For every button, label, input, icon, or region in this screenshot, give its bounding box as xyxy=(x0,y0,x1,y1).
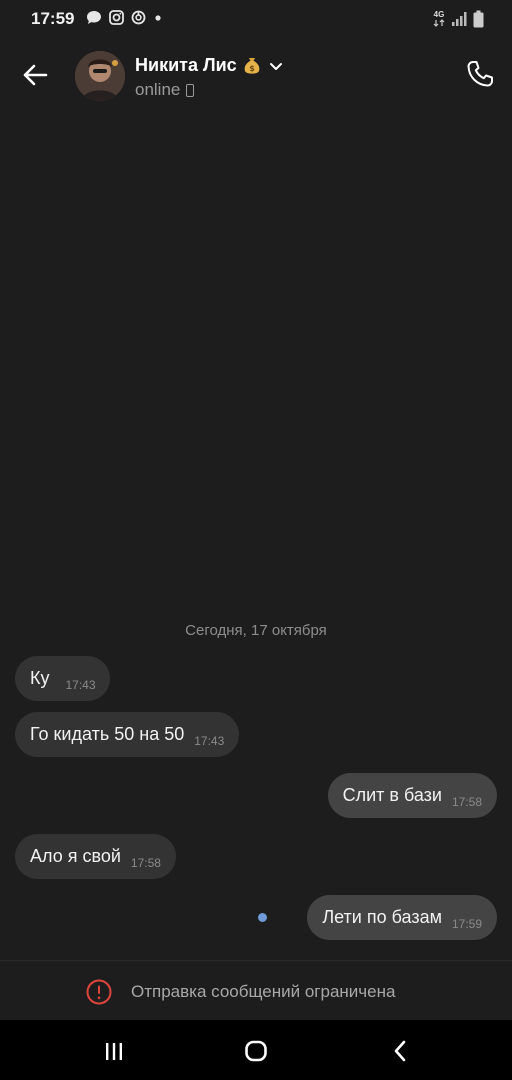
messaging-restricted-bar: Отправка сообщений ограничена xyxy=(0,960,512,1020)
contact-status-row: online xyxy=(135,80,195,100)
home-button[interactable] xyxy=(241,1036,271,1066)
message-text: Ало я свой xyxy=(30,846,121,866)
contact-name: Никита Лис xyxy=(135,55,237,75)
recent-apps-button[interactable] xyxy=(99,1036,129,1066)
dot-icon xyxy=(155,15,161,21)
message-text: Слит в бази xyxy=(342,785,442,805)
chevron-down-icon[interactable] xyxy=(269,59,283,73)
chat-bubble-icon xyxy=(87,11,101,24)
message-time: 17:58 xyxy=(130,855,161,870)
unread-indicator xyxy=(258,913,267,922)
signal-icon xyxy=(452,12,467,26)
instagram-icon xyxy=(109,10,124,25)
recent-apps-icon xyxy=(106,1043,122,1060)
battery-icon xyxy=(473,10,484,28)
alert-circle-icon xyxy=(86,979,112,1005)
phone-call-icon xyxy=(467,61,493,87)
message-text: Го кидать 50 на 50 xyxy=(30,724,185,744)
message-time: 17:43 xyxy=(65,677,96,692)
message-text: Лети по базам xyxy=(322,907,442,927)
date-separator: Сегодня, 17 октября xyxy=(185,622,327,639)
network-4g-icon: 4G xyxy=(433,11,445,27)
message-bubble-outgoing[interactable]: Слит в бази 17:58 xyxy=(327,773,497,818)
message-time: 17:43 xyxy=(194,733,225,748)
back-button[interactable] xyxy=(18,58,52,92)
nav-back-button[interactable] xyxy=(385,1036,415,1066)
contact-name-row[interactable]: Никита Лис $ xyxy=(135,55,283,76)
contact-avatar[interactable] xyxy=(75,51,125,101)
message-bubble-incoming[interactable]: Ку 17:43 xyxy=(15,656,110,701)
home-icon xyxy=(245,1040,267,1062)
message-time: 17:58 xyxy=(451,794,482,809)
contact-status: online xyxy=(135,80,181,99)
notification-icons xyxy=(86,10,163,25)
restriction-text: Отправка сообщений ограничена xyxy=(131,982,396,1001)
message-text: Ку xyxy=(30,668,50,688)
message-bubble-incoming[interactable]: Го кидать 50 на 50 17:43 xyxy=(15,712,240,757)
money-bag-icon: $ xyxy=(244,57,260,74)
message-time: 17:59 xyxy=(451,916,482,931)
svg-text:$: $ xyxy=(249,64,255,73)
back-icon xyxy=(394,1040,406,1062)
status-time: 17:59 xyxy=(31,9,75,28)
chat-screen: 17:59 4G Никита Лис $ online Сегодня, 17… xyxy=(0,0,512,1080)
navigation-bar xyxy=(0,1020,512,1080)
status-bar: 17:59 4G xyxy=(0,0,512,38)
call-button[interactable] xyxy=(465,59,495,89)
chat-header: Никита Лис $ online xyxy=(0,38,512,114)
message-bubble-incoming[interactable]: Ало я свой 17:58 xyxy=(15,834,176,879)
network-label: 4G xyxy=(433,10,445,19)
arrow-left-icon xyxy=(23,64,48,86)
app-icon xyxy=(131,10,146,25)
mobile-device-icon xyxy=(186,83,195,97)
message-bubble-outgoing[interactable]: Лети по базам 17:59 xyxy=(307,895,497,940)
system-icons: 4G xyxy=(433,10,484,28)
